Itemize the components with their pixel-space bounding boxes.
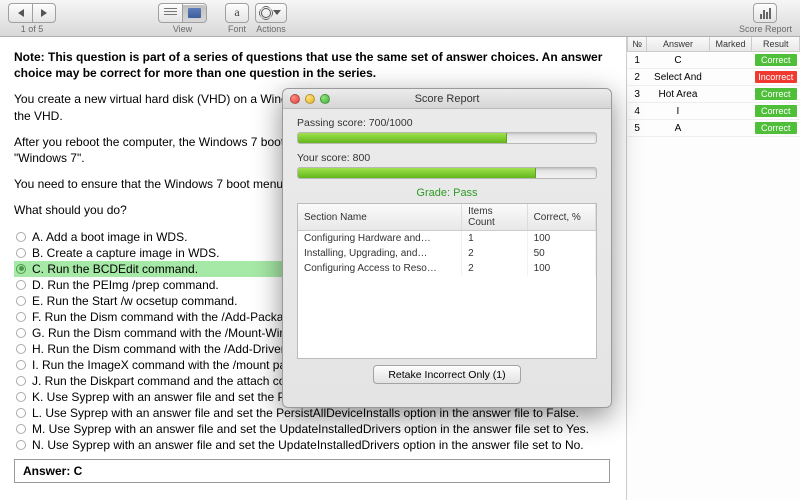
col-result[interactable]: Result [752, 37, 800, 52]
actions-button[interactable] [255, 3, 287, 23]
view-list-button[interactable] [158, 3, 182, 23]
table-row[interactable]: 2Select AndIncorrect [628, 69, 800, 86]
radio-icon [16, 376, 26, 386]
col-section[interactable]: Section Name [298, 204, 462, 231]
radio-icon [16, 280, 26, 290]
font-group: a Font [225, 3, 249, 34]
view-group: View [158, 3, 207, 34]
modal-body: Passing score: 700/1000 Your score: 800 … [283, 109, 611, 392]
answer-option[interactable]: M. Use Syprep with an answer file and se… [14, 421, 610, 437]
table-row: Configuring Hardware and…1100 [298, 231, 596, 247]
col-correct[interactable]: Correct, % [527, 204, 595, 231]
col-answer[interactable]: Answer [647, 37, 709, 52]
score-report-group: Score Report [739, 3, 792, 34]
option-label: M. Use Syprep with an answer file and se… [32, 422, 589, 436]
option-label: C. Run the BCDEdit command. [32, 262, 198, 276]
radio-icon [16, 264, 26, 274]
passing-score-bar [297, 132, 597, 144]
your-score-bar [297, 167, 597, 179]
col-n[interactable]: № [628, 37, 647, 52]
col-marked[interactable]: Marked [709, 37, 752, 52]
score-report-modal: Score Report Passing score: 700/1000 You… [282, 88, 612, 408]
bar-chart-icon [760, 7, 771, 19]
chevron-down-icon [273, 10, 281, 15]
table-row: Installing, Upgrading, and…250 [298, 246, 596, 261]
actions-label: Actions [256, 24, 286, 34]
col-items[interactable]: Items Count [462, 204, 527, 231]
font-button[interactable]: a [225, 3, 249, 23]
radio-icon [16, 360, 26, 370]
radio-icon [16, 408, 26, 418]
close-icon[interactable] [290, 94, 300, 104]
radio-icon [16, 312, 26, 322]
nav-counter: 1 of 5 [21, 24, 44, 34]
next-button[interactable] [32, 3, 56, 23]
score-report-button[interactable] [753, 3, 777, 23]
radio-icon [16, 392, 26, 402]
option-label: H. Run the Dism command with the /Add-Dr… [32, 342, 324, 356]
view-label: View [173, 24, 192, 34]
modal-titlebar[interactable]: Score Report [283, 89, 611, 109]
toolbar: 1 of 5 View a Font Actions Score Report [0, 0, 800, 37]
table-row[interactable]: 3Hot AreaCorrect [628, 86, 800, 103]
option-label: E. Run the Start /w ocsetup command. [32, 294, 237, 308]
option-label: A. Add a boot image in WDS. [32, 230, 187, 244]
radio-icon [16, 248, 26, 258]
nav-group: 1 of 5 [8, 3, 56, 34]
grid-view-icon [188, 8, 201, 18]
list-view-icon [164, 8, 177, 17]
gear-icon [261, 8, 271, 18]
table-row: Configuring Access to Reso…2100 [298, 261, 596, 276]
radio-icon [16, 344, 26, 354]
minimize-icon[interactable] [305, 94, 315, 104]
radio-icon [16, 424, 26, 434]
actions-group: Actions [255, 3, 287, 34]
radio-icon [16, 296, 26, 306]
question-note: Note: This question is part of a series … [14, 49, 610, 81]
font-label: Font [228, 24, 246, 34]
answer-box: Answer: C [14, 459, 610, 483]
modal-title: Score Report [283, 93, 611, 105]
chevron-left-icon [18, 9, 24, 17]
zoom-icon[interactable] [320, 94, 330, 104]
answer-option[interactable]: N. Use Syprep with an answer file and se… [14, 437, 610, 453]
score-table: № Answer Marked Result 1CCorrect2Select … [627, 37, 800, 137]
chevron-right-icon [41, 9, 47, 17]
option-label: B. Create a capture image in WDS. [32, 246, 219, 260]
retake-incorrect-button[interactable]: Retake Incorrect Only (1) [373, 365, 520, 384]
radio-icon [16, 440, 26, 450]
score-sidebar: № Answer Marked Result 1CCorrect2Select … [626, 37, 800, 500]
grade-label: Grade: Pass [297, 187, 597, 199]
table-row[interactable]: 4ICorrect [628, 103, 800, 120]
passing-score-label: Passing score: 700/1000 [297, 117, 597, 129]
radio-icon [16, 328, 26, 338]
option-label: D. Run the PEImg /prep command. [32, 278, 219, 292]
prev-button[interactable] [8, 3, 32, 23]
sections-table: Section Name Items Count Correct, % Conf… [297, 203, 597, 359]
your-score-label: Your score: 800 [297, 152, 597, 164]
option-label: N. Use Syprep with an answer file and se… [32, 438, 584, 452]
view-grid-button[interactable] [182, 3, 207, 23]
table-row[interactable]: 1CCorrect [628, 52, 800, 69]
table-row[interactable]: 5ACorrect [628, 120, 800, 137]
radio-icon [16, 232, 26, 242]
window-controls [290, 94, 330, 104]
score-report-label: Score Report [739, 24, 792, 34]
